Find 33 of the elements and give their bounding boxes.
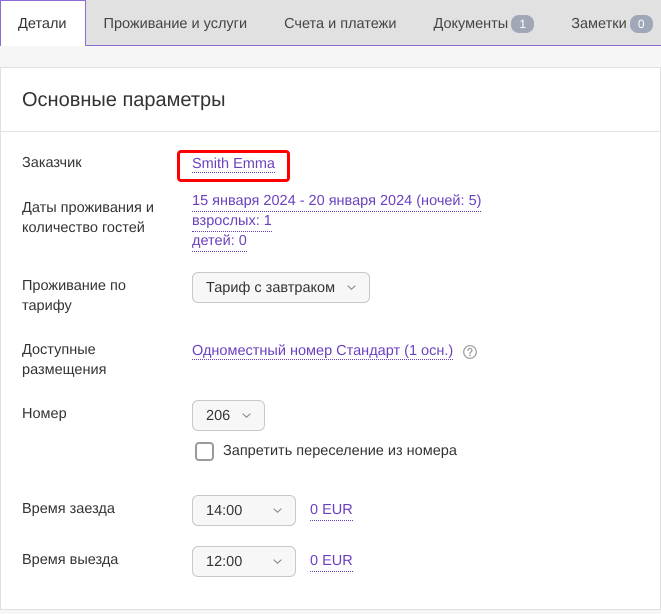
dropdown[interactable]: 14:00 [192,495,296,526]
price-link[interactable]: 0 EUR [310,552,353,572]
dropdown[interactable]: 206 [192,400,266,431]
caret-icon [273,508,282,513]
help-icon[interactable] [463,344,478,358]
caret-icon [242,413,252,418]
field-label: Заказчик [22,154,83,173]
field-label: Номер [22,405,68,424]
count-badge: 0 [630,14,653,32]
caret-icon [347,285,356,290]
field-label: Даты проживания и количество гостей [22,199,155,238]
tab[interactable]: Заметки 0 [553,0,661,46]
checkbox-label[interactable]: Запретить переселение из номера [223,441,457,461]
tab[interactable]: Детали [0,0,86,46]
value-link[interactable]: 15 января 2024 - 20 января 2024 (ночей: 5) [192,192,482,212]
section-title: Основные параметры [22,88,226,113]
count-badge: 1 [511,14,534,32]
price-link[interactable]: 0 EUR [310,500,353,520]
tab[interactable]: Счета и платежи [266,0,416,46]
tab[interactable]: Проживание и услуги [86,0,266,46]
dropdown[interactable]: Тариф с завтраком [192,272,370,303]
field-label: Время выезда [22,551,120,570]
value-link[interactable]: Одноместный номер Стандарт (1 осн.) [192,343,454,360]
checkbox[interactable] [195,442,214,460]
value-link[interactable]: Smith Emma [192,156,275,173]
caret-icon [273,559,282,564]
value-link[interactable]: детей: 0 [192,232,247,252]
field-label: Доступные размещения [22,341,108,380]
tab[interactable]: Документы 1 [415,0,554,46]
dropdown[interactable]: 12:00 [192,546,296,577]
field-label: Время заезда [22,500,116,519]
field-label: Проживание по тарифу [22,277,127,316]
value-link[interactable]: взрослых: 1 [192,212,272,232]
